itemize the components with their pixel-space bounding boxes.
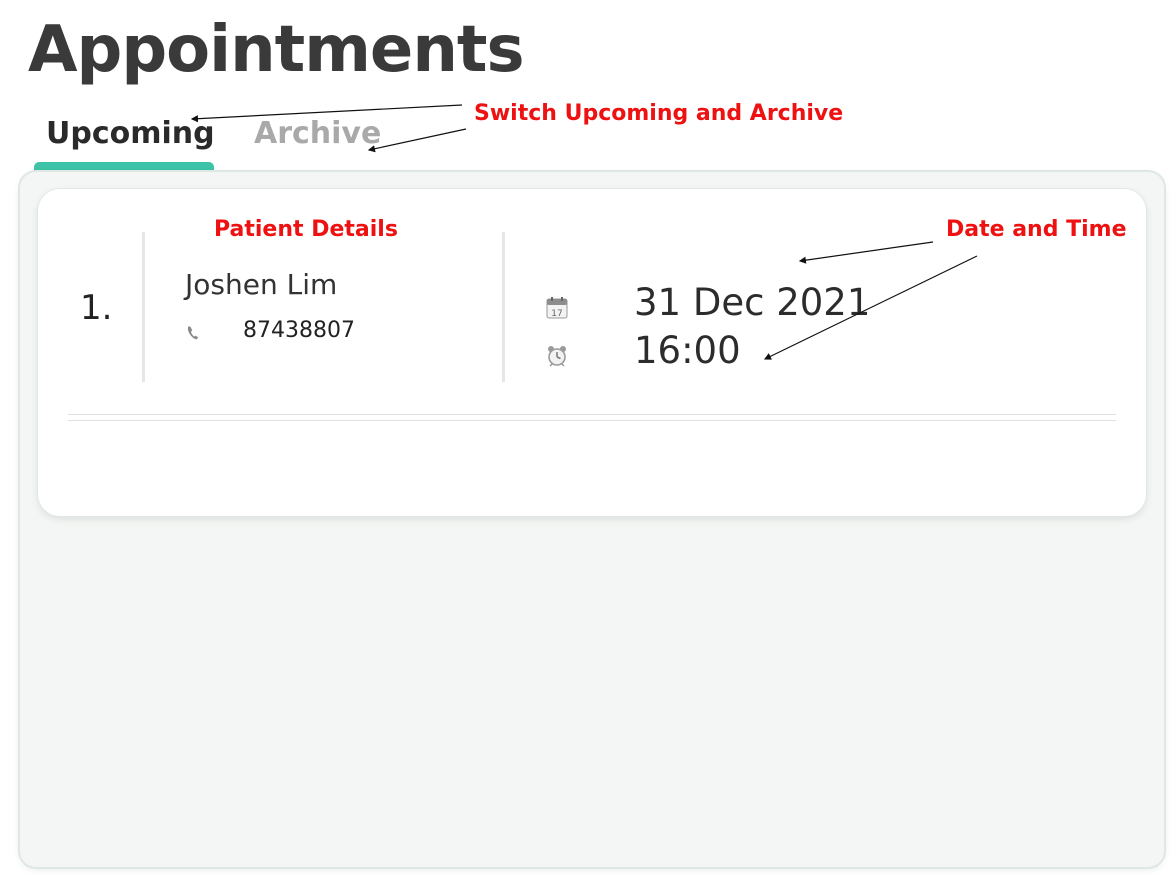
- row-separator: [68, 414, 1116, 415]
- annotation-date-time: Date and Time: [946, 217, 1127, 242]
- svg-text:17: 17: [551, 309, 562, 319]
- phone-icon: [186, 324, 202, 342]
- appointment-time: 16:00: [634, 329, 741, 372]
- row-separator: [68, 420, 1116, 421]
- annotation-patient-details: Patient Details: [214, 217, 398, 242]
- appointments-screen: Appointments Upcoming Archive 1. Joshen …: [0, 0, 1176, 884]
- patient-name: Joshen Lim: [185, 268, 338, 301]
- patient-phone: 87438807: [243, 318, 355, 343]
- calendar-icon: 17: [546, 297, 568, 319]
- arrow-to-archive-tab: [367, 128, 467, 153]
- column-divider: [502, 232, 505, 382]
- column-divider: [142, 232, 145, 382]
- page-title: Appointments: [28, 13, 525, 87]
- appointment-date: 31 Dec 2021: [634, 281, 871, 324]
- annotation-tabs: Switch Upcoming and Archive: [474, 101, 844, 126]
- appointment-index: 1.: [80, 288, 113, 328]
- tab-archive[interactable]: Archive: [254, 114, 381, 154]
- alarm-clock-icon: [546, 345, 568, 367]
- tab-upcoming[interactable]: Upcoming: [46, 114, 215, 154]
